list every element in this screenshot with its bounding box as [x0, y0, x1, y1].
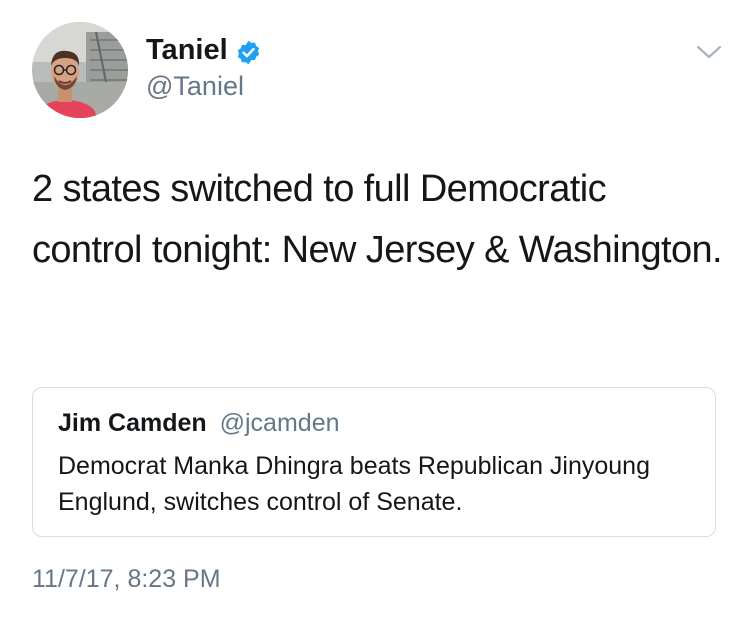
- tweet-timestamp[interactable]: 11/7/17, 8:23 PM: [32, 562, 221, 596]
- profile-photo: [32, 22, 128, 118]
- tweet-text: 2 states switched to full Democratic con…: [32, 168, 723, 271]
- quoted-tweet-header: Jim Camden @jcamden: [58, 408, 340, 438]
- verified-badge-icon: [235, 37, 262, 64]
- quoted-author-handle: @jcamden: [219, 409, 340, 437]
- avatar[interactable]: [32, 22, 128, 118]
- quoted-author-name: Jim Camden: [58, 409, 207, 437]
- quoted-tweet-text: Democrat Manka Dhingra beats Republican …: [58, 452, 650, 516]
- author-handle[interactable]: @Taniel: [146, 68, 244, 104]
- author-display-name[interactable]: Taniel: [146, 30, 262, 70]
- chevron-down-icon[interactable]: [694, 40, 724, 64]
- author-name-text: Taniel: [146, 34, 228, 66]
- quoted-tweet-card[interactable]: Jim Camden @jcamden Democrat Manka Dhing…: [32, 387, 716, 537]
